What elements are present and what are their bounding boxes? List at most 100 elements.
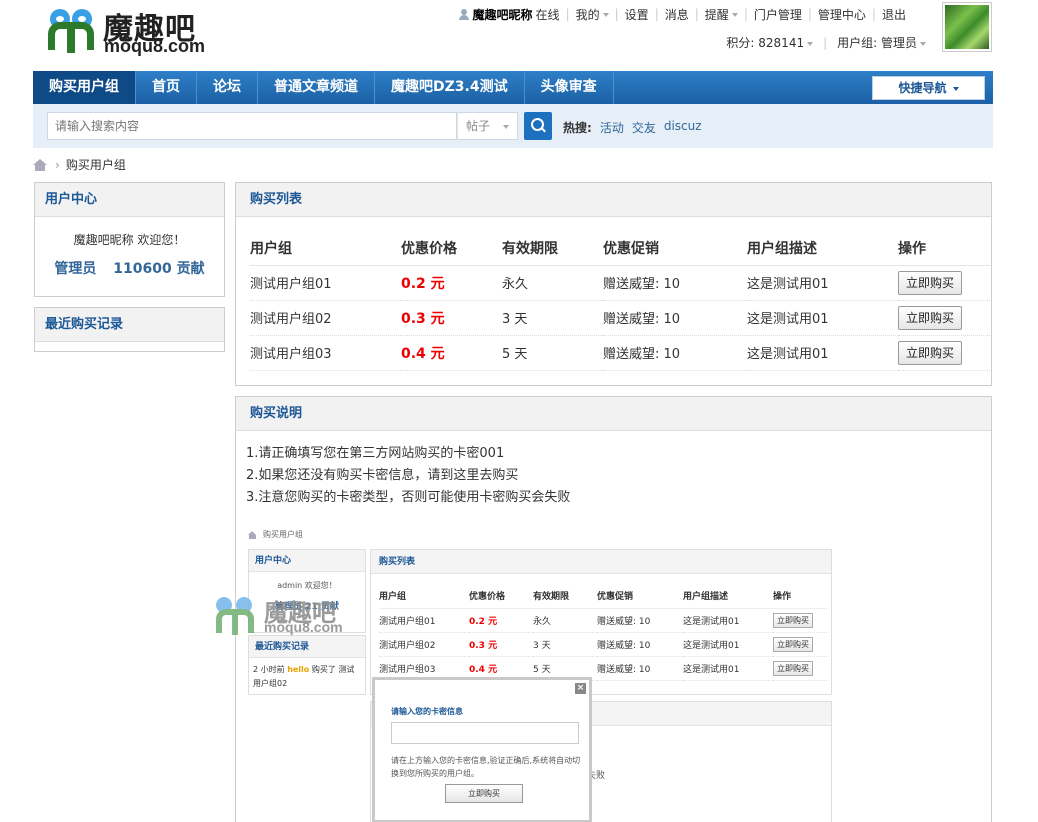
shot-table: 用户组 优惠价格 有效期限 优惠促销 用户组描述 操作 测试用户组01 0.2 … xyxy=(379,584,827,681)
group-price: 0.3 元 xyxy=(401,300,502,336)
col-header: 有效期限 xyxy=(502,231,603,266)
instructions-list: 1.请正确填写您在第三方网站购买的卡密001 2.如果您还没有购买卡密信息，请到… xyxy=(246,443,570,509)
buy-list-title: 购买列表 xyxy=(236,183,991,217)
avatar[interactable] xyxy=(942,2,992,52)
user-role: 管理员 xyxy=(54,261,97,277)
search-type-select[interactable]: 帖子 xyxy=(457,112,518,140)
breadcrumb-current[interactable]: 购买用户组 xyxy=(66,156,126,173)
nav-forum[interactable]: 论坛 xyxy=(197,71,258,104)
buy-list-table: 用户组 优惠价格 有效期限 优惠促销 用户组描述 操作 测试用户组01 0.2 … xyxy=(250,231,990,371)
group-name: 测试用户组03 xyxy=(250,335,401,371)
table-row: 测试用户组01 0.2 元 永久 赠送威望: 10 这是测试用01 立即购买 xyxy=(379,608,827,633)
nav-buy-usergroup[interactable]: 购买用户组 xyxy=(33,71,136,104)
instruction-line: 1.请正确填写您在第三方网站购买的卡密001 xyxy=(246,446,505,461)
group-price: 0.2 元 xyxy=(401,265,502,301)
user-center-box: 用户中心 魔趣吧昵称 欢迎您！ 管理员 110600 贡献 xyxy=(34,182,225,297)
hot-link[interactable]: discuz xyxy=(664,119,702,136)
divider: | xyxy=(823,35,828,50)
hot-label: 热搜: xyxy=(563,121,592,135)
divider: | xyxy=(614,7,619,21)
hot-searches: 热搜: 活动 交友 discuz xyxy=(563,119,702,136)
avatar-image xyxy=(945,5,989,49)
divider: | xyxy=(871,7,876,21)
divider: | xyxy=(743,7,748,21)
shot-buy-list: 购买列表 用户组 优惠价格 有效期限 优惠促销 用户组描述 操作 测试用户组01… xyxy=(370,549,832,695)
search-bar: 帖子 热搜: 活动 交友 discuz xyxy=(33,104,993,148)
group-name: 测试用户组02 xyxy=(250,300,401,336)
example-screenshot: 购买用户组 用户中心 admin 欢迎您！ 管理员 21 贡献 最近购买记录 2… xyxy=(216,525,848,822)
divider: | xyxy=(694,7,699,21)
search-button[interactable] xyxy=(524,112,552,140)
group-desc: 这是测试用01 xyxy=(747,335,898,371)
chevron-down-icon xyxy=(731,13,738,17)
buy-now-button[interactable]: 立即购买 xyxy=(898,305,962,330)
home-icon[interactable] xyxy=(33,158,47,171)
portal-admin-link[interactable]: 门户管理 xyxy=(754,6,802,23)
instructions-panel: 购买说明 1.请正确填写您在第三方网站购买的卡密001 2.如果您还没有购买卡密… xyxy=(216,396,992,822)
hot-link[interactable]: 交友 xyxy=(632,119,656,136)
close-icon: × xyxy=(575,683,586,694)
logo-m-icon xyxy=(48,22,94,53)
quick-nav-button[interactable]: 快捷导航 xyxy=(872,76,985,100)
user-icon xyxy=(458,8,469,20)
user-contribution: 110600 贡献 xyxy=(113,261,205,277)
logout-link[interactable]: 退出 xyxy=(882,6,906,23)
nav-dz-test[interactable]: 魔趣吧DZ3.4测试 xyxy=(375,71,525,104)
col-header: 用户组描述 xyxy=(747,231,898,266)
buy-now-button[interactable]: 立即购买 xyxy=(898,340,962,365)
chevron-down-icon xyxy=(602,13,609,17)
usergroup-menu[interactable]: 用户组: 管理员 xyxy=(837,34,926,51)
table-header-row: 用户组 优惠价格 有效期限 优惠促销 用户组描述 操作 xyxy=(250,231,990,266)
user-center-title: 用户中心 xyxy=(35,183,224,217)
col-header: 操作 xyxy=(898,231,990,266)
divider: | xyxy=(565,7,570,21)
instruction-line: 2.如果您还没有购买卡密信息，请到这里去购买 xyxy=(246,468,519,483)
online-status[interactable]: 在线 xyxy=(536,6,560,23)
col-header: 用户组 xyxy=(250,231,401,266)
main-nav: 购买用户组 首页 论坛 普通文章频道 魔趣吧DZ3.4测试 头像审查 快捷导航 xyxy=(33,71,993,104)
shot-breadcrumb: 购买用户组 xyxy=(248,529,303,540)
nav-article-channel[interactable]: 普通文章频道 xyxy=(258,71,375,104)
nav-avatar-review[interactable]: 头像审查 xyxy=(525,71,614,104)
group-promo: 赠送威望: 10 xyxy=(603,335,747,371)
search-input[interactable] xyxy=(47,112,457,140)
divider: | xyxy=(654,7,659,21)
messages-link[interactable]: 消息 xyxy=(665,6,689,23)
shot-recent: 最近购买记录 2 小时前 hello 购买了 测试用户组02 xyxy=(248,635,366,695)
nav-home[interactable]: 首页 xyxy=(136,71,197,104)
hot-link[interactable]: 活动 xyxy=(600,119,624,136)
buy-list-panel: 购买列表 用户组 优惠价格 有效期限 优惠促销 用户组描述 操作 测试用户组01… xyxy=(235,182,992,386)
admin-center-link[interactable]: 管理中心 xyxy=(818,6,866,23)
chevron-down-icon xyxy=(952,86,959,91)
instructions-title: 购买说明 xyxy=(236,397,991,431)
table-row: 测试用户组03 0.4 元 5 天 赠送威望: 10 这是测试用01 立即购买 xyxy=(250,335,990,371)
user-sub-bar: 积分: 828141 | 用户组: 管理员 xyxy=(726,34,926,51)
logo-m-icon xyxy=(216,609,254,635)
chevron-right-icon: › xyxy=(55,157,60,172)
user-stats: 管理员 110600 贡献 xyxy=(35,258,224,278)
table-row: 测试用户组02 0.3 元 3 天 赠送威望: 10 这是测试用01 立即购买 xyxy=(250,300,990,336)
group-price: 0.4 元 xyxy=(401,335,502,371)
settings-link[interactable]: 设置 xyxy=(625,6,649,23)
group-promo: 赠送威望: 10 xyxy=(603,265,747,301)
username-link[interactable]: 魔趣吧昵称 xyxy=(473,6,533,23)
logo-text-en: moqu8.com xyxy=(104,36,206,56)
group-desc: 这是测试用01 xyxy=(747,300,898,336)
points-menu[interactable]: 积分: 828141 xyxy=(726,34,814,51)
my-menu[interactable]: 我的 xyxy=(576,6,609,23)
welcome-text: 魔趣吧昵称 欢迎您！ xyxy=(73,233,186,247)
top-user-bar: 魔趣吧昵称 在线 | 我的 | 设置 | 消息 | 提醒 | 门户管理 | 管理… xyxy=(458,6,906,23)
site-logo[interactable]: 魔趣吧 moqu8.com xyxy=(48,6,228,58)
reminders-menu[interactable]: 提醒 xyxy=(705,6,738,23)
shot-card-dialog: × 请输入您的卡密信息 请在上方输入您的卡密信息,验证正确后,系统将自动切换到您… xyxy=(372,677,592,822)
home-icon xyxy=(248,530,257,539)
col-header: 优惠促销 xyxy=(603,231,747,266)
chevron-down-icon xyxy=(503,125,509,129)
chevron-down-icon xyxy=(920,41,926,46)
table-header-row: 用户组 优惠价格 有效期限 优惠促销 用户组描述 操作 xyxy=(379,584,827,609)
recent-purchases-title: 最近购买记录 xyxy=(35,308,224,342)
buy-now-button[interactable]: 立即购买 xyxy=(898,270,962,295)
divider: | xyxy=(807,7,812,21)
table-row: 测试用户组02 0.3 元 3 天 赠送威望: 10 这是测试用01 立即购买 xyxy=(379,632,827,657)
table-row: 测试用户组01 0.2 元 永久 赠送威望: 10 这是测试用01 立即购买 xyxy=(250,265,990,301)
